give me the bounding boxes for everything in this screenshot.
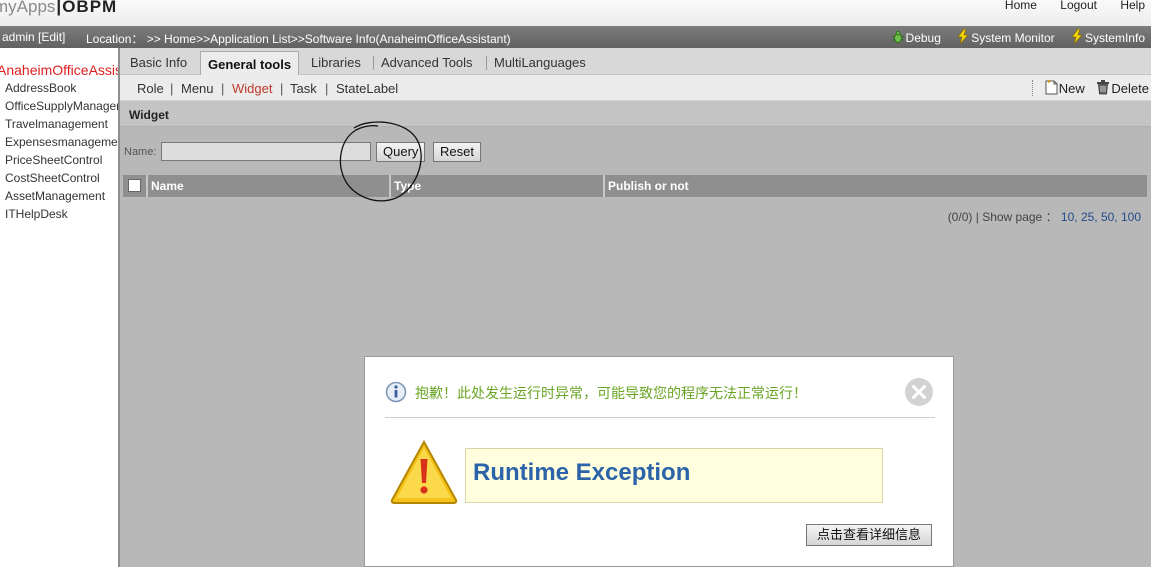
sidebar-item-asset[interactable]: AssetManagement [5, 187, 118, 205]
logo-myapps: myApps [0, 0, 56, 16]
top-header: myApps|OBPM Home Logout Help [0, 0, 1151, 26]
app-logo: myApps|OBPM [0, 0, 117, 17]
toolbar-actions: New Delete [1032, 80, 1149, 96]
subtab-separator: | [170, 81, 174, 96]
debug-label: Debug [905, 31, 941, 45]
sidebar-item-officesupply[interactable]: OfficeSupplyManagement [5, 97, 118, 115]
tab-general-tools[interactable]: General tools [200, 51, 300, 76]
close-icon[interactable] [904, 377, 934, 407]
sub-tabs: Role | Menu | Widget | Task | StateLabel… [120, 75, 1151, 101]
tab-separator [373, 56, 374, 70]
subtab-menu[interactable]: Menu [181, 81, 214, 96]
delete-button[interactable]: Delete [1096, 80, 1149, 96]
delete-label: Delete [1111, 81, 1149, 96]
trash-icon [1097, 80, 1110, 95]
breadcrumb: Location： >> Home>>Application List>>Sof… [86, 32, 511, 46]
top-links: Home Logout Help [985, 0, 1145, 12]
location-bar: admin [Edit] Location： >> Home>>Applicat… [0, 26, 1151, 48]
widget-panel-header: Widget [120, 101, 1151, 127]
current-user-edit[interactable]: admin [Edit] [2, 30, 65, 44]
sidebar-item-costsheet[interactable]: CostSheetControl [5, 169, 118, 187]
sidebar-item-travel[interactable]: Travelmanagement [5, 115, 118, 133]
new-document-icon [1045, 80, 1058, 95]
pager-divider: | [975, 210, 979, 224]
tab-multilanguages[interactable]: MultiLanguages [494, 55, 586, 70]
logout-link[interactable]: Logout [1060, 0, 1097, 12]
subtab-task[interactable]: Task [290, 81, 317, 96]
main-tabs: Basic Info General tools Libraries Advan… [120, 48, 1151, 76]
subtab-widget[interactable]: Widget [232, 81, 272, 96]
tab-advanced-tools[interactable]: Advanced Tools [381, 55, 473, 70]
home-link[interactable]: Home [1005, 0, 1037, 12]
sidebar: AnaheimOfficeAssistant AddressBook Offic… [0, 48, 118, 567]
system-tools: Debug System Monitor SystemInfo [879, 29, 1145, 45]
subtab-statelabel[interactable]: StateLabel [336, 81, 398, 96]
exception-title: Runtime Exception [473, 459, 691, 486]
info-icon [385, 381, 407, 403]
warning-icon [390, 439, 458, 504]
sidebar-item-ithelpdesk[interactable]: ITHelpDesk [5, 205, 118, 223]
lightning-icon [957, 29, 970, 44]
page-size-options[interactable]: 10, 25, 50, 100 [1061, 210, 1141, 224]
pagination: (0/0) | Show page ： 10, 25, 50, 100 [948, 208, 1141, 225]
dialog-header: 抱歉！此处发生运行时异常，可能导致您的程序无法正常运行！ [385, 381, 935, 418]
logo-separator: | [56, 0, 62, 16]
help-link[interactable]: Help [1120, 0, 1145, 12]
toolbar-separator [1032, 80, 1034, 96]
new-label: New [1058, 81, 1085, 96]
bug-icon [891, 30, 904, 43]
sidebar-item-addressbook[interactable]: AddressBook [5, 79, 118, 97]
system-info-label: SystemInfo [1084, 31, 1145, 45]
subtab-separator: | [221, 81, 225, 96]
runtime-exception-dialog: 抱歉！此处发生运行时异常，可能导致您的程序无法正常运行！ Runtime Exc… [364, 356, 954, 567]
system-info-button[interactable]: SystemInfo [1070, 29, 1145, 45]
subtab-separator: | [325, 81, 329, 96]
table-header: Name Type Publish or not [123, 175, 1147, 197]
sidebar-module-list: AddressBook OfficeSupplyManagement Trave… [5, 79, 118, 223]
reset-button[interactable]: Reset [433, 142, 481, 162]
name-label: Name: [124, 146, 157, 158]
tab-basic-info[interactable]: Basic Info [130, 55, 187, 70]
annotation-circle [339, 121, 422, 202]
subtab-role[interactable]: Role [137, 81, 164, 96]
sidebar-item-expenses[interactable]: Expensesmanagement [5, 133, 118, 151]
panel-title: Widget [129, 108, 169, 122]
logo-obpm: OBPM [62, 0, 118, 16]
system-monitor-button[interactable]: System Monitor [956, 29, 1058, 45]
tab-separator [486, 56, 487, 70]
subtab-separator: | [280, 81, 284, 96]
column-publish[interactable]: Publish or not [603, 175, 1147, 197]
search-form: Name: Query Reset [120, 138, 1151, 166]
sidebar-item-pricesheet[interactable]: PriceSheetControl [5, 151, 118, 169]
view-details-button[interactable]: 点击查看详细信息 [806, 524, 933, 546]
select-all-checkbox[interactable] [128, 179, 141, 192]
sidebar-app-title[interactable]: AnaheimOfficeAssistant [0, 62, 118, 78]
debug-button[interactable]: Debug [891, 30, 945, 45]
system-monitor-label: System Monitor [971, 31, 1055, 45]
new-button[interactable]: New [1045, 80, 1089, 96]
lightning-icon [1071, 29, 1083, 44]
show-page-label: Show page ： [982, 210, 1058, 224]
error-message: 抱歉！此处发生运行时异常，可能导致您的程序无法正常运行！ [415, 386, 807, 402]
tab-libraries[interactable]: Libraries [311, 55, 361, 70]
exception-box: Runtime Exception [465, 448, 883, 503]
record-count: (0/0) [947, 210, 973, 224]
